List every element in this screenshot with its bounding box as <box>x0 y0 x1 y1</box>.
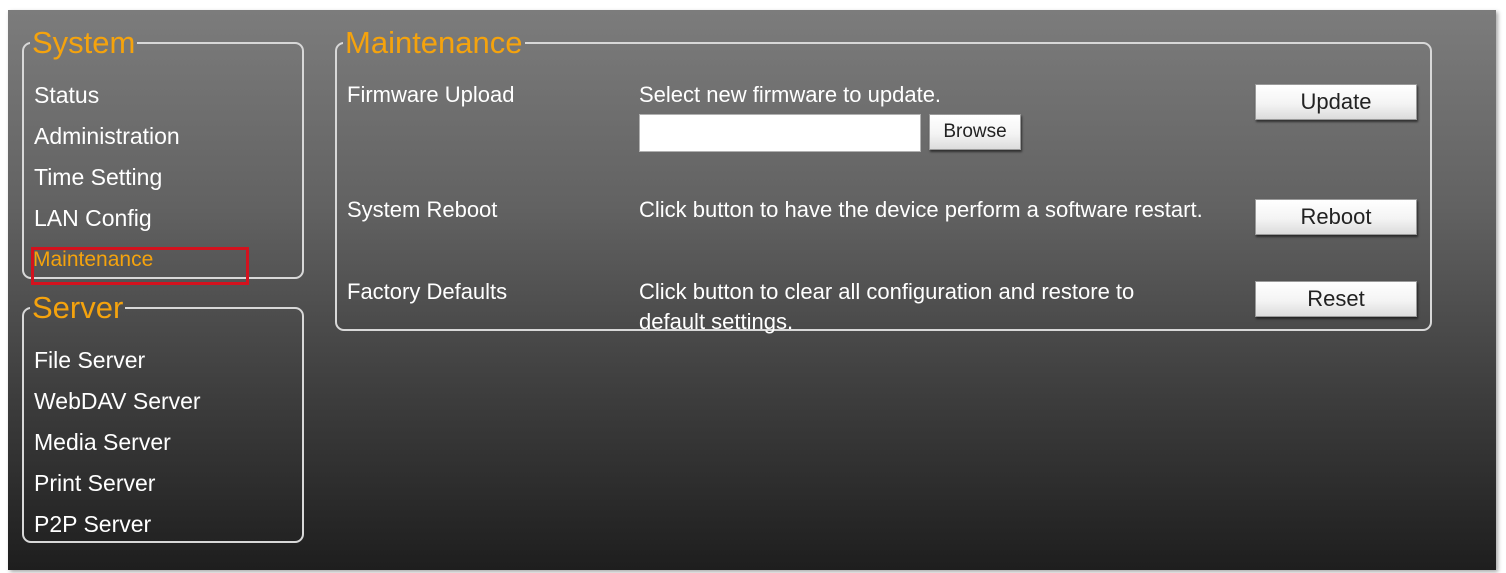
firmware-file-field[interactable] <box>639 114 921 152</box>
sidebar-item-file-server[interactable]: File Server <box>34 347 145 373</box>
sidebar-item-p2p-server[interactable]: P2P Server <box>34 511 151 537</box>
update-button[interactable]: Update <box>1255 84 1417 120</box>
server-group-title: Server <box>32 290 124 325</box>
firmware-upload-description: Select new firmware to update. <box>639 82 942 107</box>
factory-defaults-description-line1: Click button to clear all configuration … <box>639 279 1135 304</box>
sidebar-item-media-server[interactable]: Media Server <box>34 429 171 455</box>
page-title: Maintenance <box>345 25 523 60</box>
system-reboot-description: Click button to have the device perform … <box>639 197 1203 222</box>
sidebar-item-administration[interactable]: Administration <box>34 123 180 149</box>
reboot-button[interactable]: Reboot <box>1255 199 1417 235</box>
sidebar-item-status[interactable]: Status <box>34 82 99 108</box>
sidebar-item-webdav-server[interactable]: WebDAV Server <box>34 388 201 414</box>
sidebar-item-time-setting[interactable]: Time Setting <box>34 164 162 190</box>
browse-button[interactable]: Browse <box>929 114 1021 150</box>
system-group-title: System <box>32 25 136 60</box>
sidebar-item-maintenance[interactable]: Maintenance <box>33 247 153 273</box>
router-admin-panel: System Status Administration Time Settin… <box>8 10 1496 570</box>
system-menu-group: System Status Administration Time Settin… <box>22 25 304 285</box>
reset-button[interactable]: Reset <box>1255 281 1417 317</box>
factory-defaults-label: Factory Defaults <box>347 279 508 304</box>
sidebar-item-print-server[interactable]: Print Server <box>34 470 155 496</box>
firmware-upload-label: Firmware Upload <box>347 82 515 107</box>
system-reboot-label: System Reboot <box>347 197 498 222</box>
sidebar-item-lan-config[interactable]: LAN Config <box>34 205 152 231</box>
maintenance-panel: Maintenance Firmware Upload Select new f… <box>335 25 1432 334</box>
factory-defaults-description-line2: default settings. <box>639 309 794 334</box>
server-menu-group: Server File Server WebDAV Server Media S… <box>22 290 304 543</box>
